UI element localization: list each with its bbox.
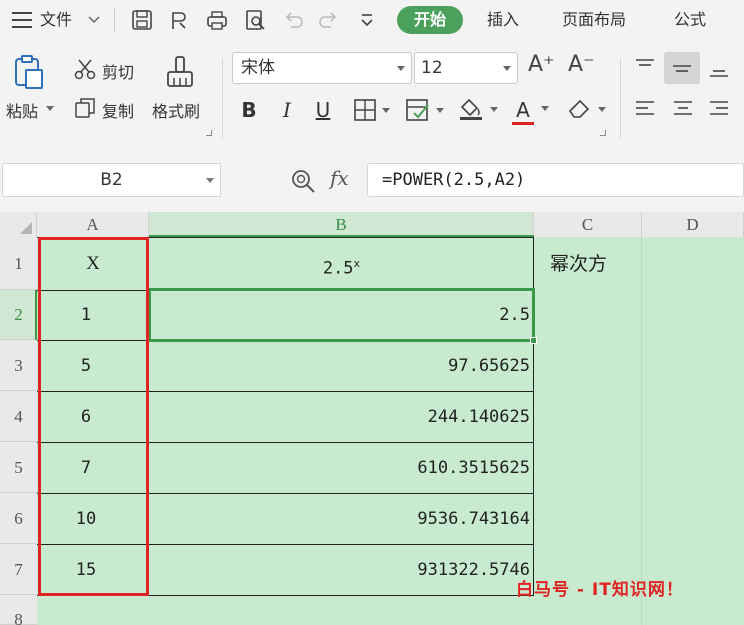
triangle-icon: [20, 222, 32, 234]
cell-b7[interactable]: 931322.5746: [150, 545, 530, 595]
copy-icon[interactable]: [74, 97, 96, 119]
font-color-button[interactable]: A: [512, 96, 534, 124]
cut-button[interactable]: 剪切: [102, 59, 134, 83]
column-header-a[interactable]: A: [37, 212, 149, 237]
chevron-down-icon[interactable]: [88, 15, 100, 25]
file-menu[interactable]: 文件: [40, 0, 72, 40]
cell-b1-exponent: x: [353, 257, 361, 270]
paste-button[interactable]: 粘贴: [6, 98, 38, 122]
redo-icon[interactable]: [318, 9, 340, 31]
font-size-value: 12: [421, 58, 443, 78]
save-icon[interactable]: [131, 9, 153, 31]
cell-b5[interactable]: 610.3515625: [150, 443, 530, 493]
font-color-glyph: A: [516, 98, 530, 122]
column-header-b[interactable]: B: [149, 212, 534, 237]
select-all-corner[interactable]: [0, 212, 37, 237]
borders-icon[interactable]: [354, 99, 392, 121]
divider: [114, 8, 115, 32]
tab-formulas[interactable]: 公式: [674, 0, 706, 40]
chevron-down-icon: [206, 178, 214, 183]
cell-c1[interactable]: 幂次方: [550, 238, 607, 290]
highlight-box: [38, 237, 149, 596]
format-painter-icon[interactable]: [164, 54, 196, 90]
shrink-font-button[interactable]: A⁻: [568, 52, 595, 77]
row-header-1[interactable]: 1: [0, 237, 37, 290]
undo-icon[interactable]: [282, 9, 304, 31]
tab-insert[interactable]: 插入: [487, 0, 519, 40]
align-left-icon[interactable]: [634, 98, 656, 120]
underline-button[interactable]: U: [312, 96, 334, 124]
dialog-launcher-icon[interactable]: [206, 130, 212, 136]
gridline: [641, 237, 642, 625]
cell-b6[interactable]: 9536.743164: [150, 494, 530, 544]
menu-icon[interactable]: [12, 12, 32, 28]
bold-button[interactable]: B: [238, 96, 260, 124]
eraser-icon[interactable]: [566, 97, 608, 121]
chevron-down-icon: [503, 66, 511, 71]
active-cell-outline: [148, 288, 535, 342]
insert-function-button[interactable]: fx: [330, 166, 349, 190]
fill-color-icon[interactable]: [458, 97, 500, 121]
dialog-launcher-icon[interactable]: [600, 130, 606, 136]
chevron-down-icon[interactable]: [46, 106, 54, 112]
align-center-icon[interactable]: [672, 98, 694, 120]
divider: [222, 58, 223, 138]
row-header-7[interactable]: 7: [0, 544, 37, 595]
align-bottom-icon[interactable]: [708, 58, 730, 80]
print-icon[interactable]: [206, 9, 228, 31]
row-header-4[interactable]: 4: [0, 391, 37, 442]
font-color-swatch: [512, 122, 534, 125]
paste-icon[interactable]: [12, 54, 46, 90]
cell-b1[interactable]: 2.5x: [150, 238, 533, 290]
cell-b1-base: 2.5: [322, 258, 354, 279]
row-header-6[interactable]: 6: [0, 493, 37, 544]
align-top-icon[interactable]: [634, 56, 656, 78]
align-middle-button[interactable]: [664, 52, 700, 84]
print-preview-icon[interactable]: [244, 9, 266, 31]
watermark: 白马号 - IT知识网！: [516, 580, 684, 600]
cell-style-icon[interactable]: [406, 99, 446, 121]
format-painter-button[interactable]: 格式刷: [152, 98, 200, 122]
customize-toolbar-icon[interactable]: [356, 9, 378, 31]
name-box[interactable]: B2: [2, 163, 221, 197]
name-box-value: B2: [100, 170, 123, 190]
align-middle-icon: [673, 65, 691, 72]
copy-button[interactable]: 复制: [102, 98, 134, 122]
italic-button[interactable]: I: [276, 96, 298, 124]
cell-b3[interactable]: 97.65625: [150, 341, 530, 391]
cell-b4[interactable]: 244.140625: [150, 392, 530, 442]
tab-home[interactable]: 开始: [397, 6, 463, 34]
tab-page-layout[interactable]: 页面布局: [562, 0, 626, 40]
fill-handle[interactable]: [530, 337, 537, 344]
divider: [620, 58, 621, 138]
font-name-select[interactable]: 宋体: [232, 52, 412, 84]
font-size-select[interactable]: 12: [414, 52, 518, 84]
chevron-down-icon: [397, 66, 405, 71]
zoom-search-icon[interactable]: [290, 168, 316, 194]
column-header-c[interactable]: C: [534, 212, 642, 237]
row-header-5[interactable]: 5: [0, 442, 37, 493]
row-header-2[interactable]: 2: [0, 290, 37, 340]
export-pdf-icon[interactable]: [168, 9, 190, 31]
row-header-3[interactable]: 3: [0, 340, 37, 391]
row-selection-marker: [35, 290, 37, 340]
formula-input[interactable]: =POWER(2.5,A2): [367, 163, 744, 197]
scissors-icon[interactable]: [74, 58, 96, 80]
column-header-d[interactable]: D: [642, 212, 744, 237]
row-header-8[interactable]: 8: [0, 595, 37, 625]
spreadsheet-grid: A B C D 1 2 3 4 5 6 7 8 X 2.5x 幂次方 1 5 6…: [0, 212, 744, 625]
font-name-value: 宋体: [241, 58, 275, 78]
grow-font-button[interactable]: A⁺: [528, 52, 555, 77]
align-right-icon[interactable]: [708, 98, 730, 120]
menu-bar: 文件 开始 插入 页面布局 公式: [0, 0, 744, 40]
chevron-down-icon[interactable]: [540, 106, 550, 112]
